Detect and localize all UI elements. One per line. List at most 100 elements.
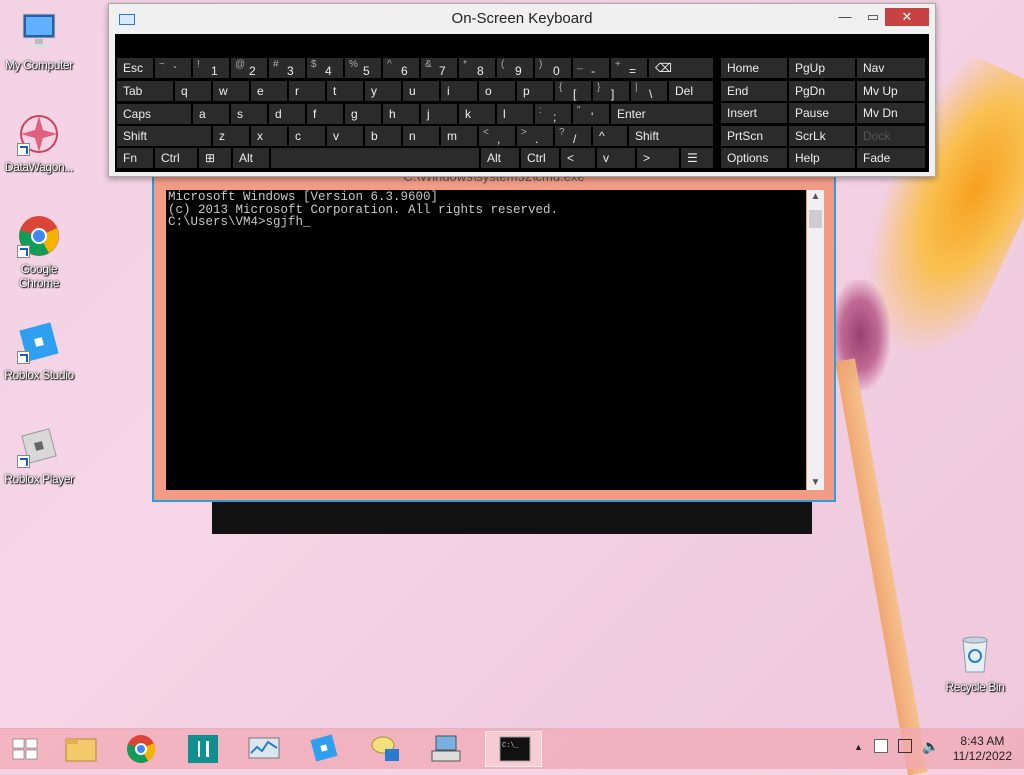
key-l[interactable]: l — [497, 104, 533, 124]
key-[interactable]: ☰ — [681, 148, 713, 168]
key-prtscn[interactable]: PrtScn — [721, 125, 787, 146]
taskbar-messenger[interactable] — [357, 731, 414, 767]
key-r[interactable]: r — [289, 81, 325, 101]
key-shift[interactable]: Shift — [117, 126, 211, 146]
key-5[interactable]: % 5 — [345, 58, 381, 78]
key-k[interactable]: k — [459, 104, 495, 124]
key-[interactable]: + = — [611, 58, 647, 78]
key-[interactable]: ? / — [555, 126, 591, 146]
key-y[interactable]: y — [365, 81, 401, 101]
taskbar-monitor-app[interactable] — [235, 731, 292, 767]
key-[interactable]: {[ — [555, 81, 591, 101]
volume-icon[interactable]: 🔈 — [922, 738, 939, 755]
key-v[interactable]: v — [327, 126, 363, 146]
taskbar-on-screen-keyboard[interactable] — [418, 731, 475, 767]
key-[interactable]: :; — [535, 104, 571, 124]
key-home[interactable]: Home — [721, 58, 787, 78]
key-help[interactable]: Help — [789, 148, 855, 168]
taskbar-food-app[interactable] — [174, 731, 231, 767]
key-shift[interactable]: Shift — [629, 126, 713, 146]
key-7[interactable]: & 7 — [421, 58, 457, 78]
key-[interactable]: ~ ` — [155, 58, 191, 78]
key-del[interactable]: Del — [669, 81, 713, 101]
taskbar-cmd[interactable]: C:\_ — [485, 731, 542, 767]
key-nav[interactable]: Nav — [857, 58, 925, 78]
key-alt[interactable]: Alt — [233, 148, 269, 168]
key-3[interactable]: #3 — [269, 58, 305, 78]
action-center-flag-icon[interactable] — [874, 739, 888, 753]
key-mvdn[interactable]: Mv Dn — [857, 103, 925, 123]
key-mvup[interactable]: Mv Up — [857, 80, 925, 101]
key-end[interactable]: End — [721, 80, 787, 101]
key-a[interactable]: a — [193, 104, 229, 124]
key-ctrl[interactable]: Ctrl — [155, 148, 197, 168]
key-pgdn[interactable]: PgDn — [789, 80, 855, 101]
key-w[interactable]: w — [213, 81, 249, 101]
key-m[interactable]: m — [441, 126, 477, 146]
key-4[interactable]: $4 — [307, 58, 343, 78]
key-f[interactable]: f — [307, 104, 343, 124]
key-[interactable]: }] — [593, 81, 629, 101]
cmd-scrollbar[interactable]: ▲ ▼ — [807, 190, 824, 490]
show-hidden-icons-icon[interactable]: ▲ — [854, 742, 863, 752]
key-b[interactable]: b — [365, 126, 401, 146]
key-o[interactable]: o — [479, 81, 515, 101]
key-[interactable]: ⊞ — [199, 148, 231, 168]
desktop-icon-roblox-studio[interactable]: Roblox Studio — [0, 320, 78, 382]
scroll-up-icon[interactable]: ▲ — [807, 190, 824, 204]
close-button[interactable]: ✕ — [885, 8, 929, 26]
key-h[interactable]: h — [383, 104, 419, 124]
key-insert[interactable]: Insert — [721, 103, 787, 123]
key-6[interactable]: ^ 6 — [383, 58, 419, 78]
key-2[interactable]: @2 — [231, 58, 267, 78]
key-v[interactable]: v — [597, 148, 635, 168]
desktop-icon-my-computer[interactable]: My Computer — [0, 10, 78, 72]
on-screen-keyboard-window[interactable]: On-Screen Keyboard — ▭ ✕ Esc ~ `! 1 @2 #3 $4% 5… — [108, 3, 936, 177]
network-icon[interactable] — [898, 739, 912, 753]
key-q[interactable]: q — [175, 81, 211, 101]
key-c[interactable]: c — [289, 126, 325, 146]
key-[interactable]: " ' — [573, 104, 609, 124]
key-[interactable]: _ - — [573, 58, 609, 78]
key-[interactable]: ^ — [593, 126, 627, 146]
key-pgup[interactable]: PgUp — [789, 58, 855, 78]
key-x[interactable]: x — [251, 126, 287, 146]
key-[interactable]: > — [637, 148, 679, 168]
key-u[interactable]: u — [403, 81, 439, 101]
desktop-icon-roblox-player[interactable]: Roblox Player — [0, 424, 78, 486]
key-enter[interactable]: Enter — [611, 104, 713, 124]
key-fn[interactable]: Fn — [117, 148, 153, 168]
key-s[interactable]: s — [231, 104, 267, 124]
cmd-window[interactable]: C:\Windows\system32\cmd.exe Microsoft Wi… — [152, 168, 836, 502]
key-t[interactable]: t — [327, 81, 363, 101]
start-button[interactable] — [0, 731, 50, 767]
key-alt[interactable]: Alt — [481, 148, 519, 168]
taskbar-clock[interactable]: 8:43 AM 11/12/2022 — [953, 734, 1012, 764]
key-d[interactable]: d — [269, 104, 305, 124]
key-caps[interactable]: Caps — [117, 104, 191, 124]
maximize-button[interactable]: ▭ — [863, 8, 883, 26]
key-esc[interactable]: Esc — [117, 58, 153, 78]
taskbar-file-explorer[interactable] — [52, 731, 109, 767]
key-[interactable]: < — [561, 148, 595, 168]
scroll-thumb[interactable] — [809, 210, 822, 228]
key-g[interactable]: g — [345, 104, 381, 124]
key-e[interactable]: e — [251, 81, 287, 101]
desktop-icon-recycle-bin[interactable]: Recycle Bin — [936, 632, 1014, 694]
key-pause[interactable]: Pause — [789, 103, 855, 123]
taskbar-roblox-studio[interactable] — [296, 731, 353, 767]
key-p[interactable]: p — [517, 81, 553, 101]
key-[interactable]: <, — [479, 126, 515, 146]
key-tab[interactable]: Tab — [117, 81, 173, 101]
cmd-console-output[interactable]: Microsoft Windows [Version 6.3.9600] (c) … — [166, 190, 806, 490]
key-fade[interactable]: Fade — [857, 148, 925, 168]
key-[interactable]: >. — [517, 126, 553, 146]
desktop-icon-datawagon[interactable]: DataWagon... — [0, 112, 78, 174]
key-space[interactable] — [271, 148, 479, 168]
taskbar-chrome[interactable] — [113, 731, 170, 767]
key-[interactable]: | \ — [631, 81, 667, 101]
key-[interactable]: ⌫ — [649, 58, 713, 78]
scroll-down-icon[interactable]: ▼ — [807, 476, 824, 490]
key-n[interactable]: n — [403, 126, 439, 146]
desktop-icon-google-chrome[interactable]: Google Chrome — [0, 214, 78, 290]
